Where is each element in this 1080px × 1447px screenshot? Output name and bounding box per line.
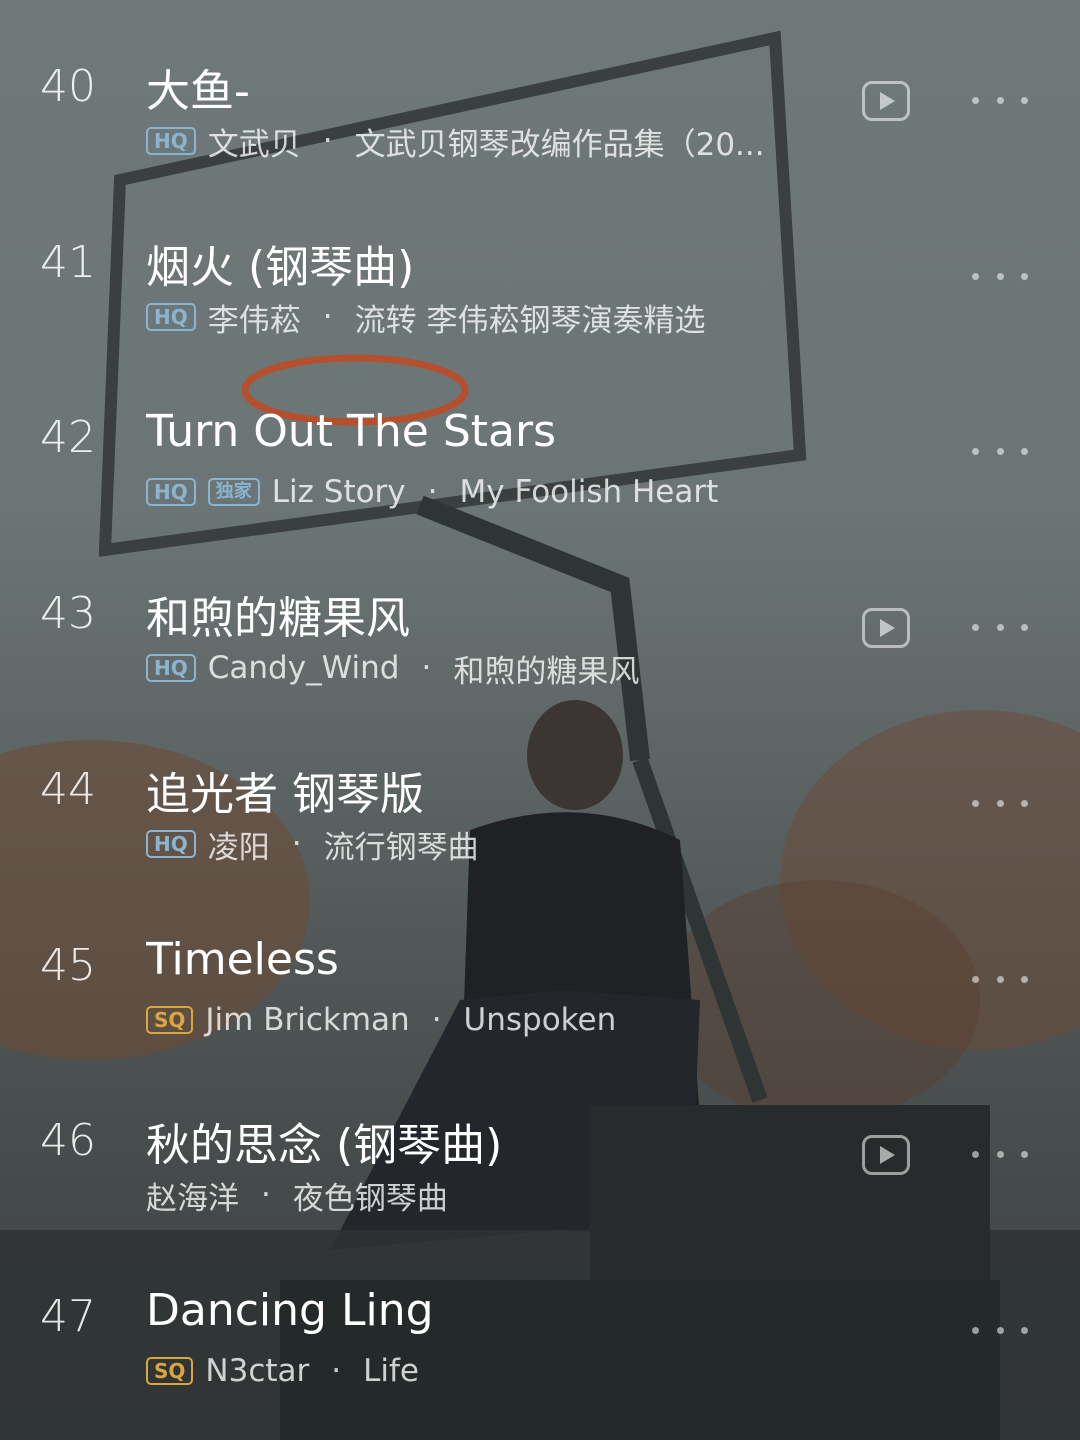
meta-separator: · <box>427 474 438 510</box>
song-title: 秋的思念 (钢琴曲) <box>146 1120 503 1171</box>
song-title: Timeless <box>146 934 339 985</box>
song-row[interactable]: 47 Dancing Ling SQ N3ctar · Life <box>0 1285 1080 1447</box>
sq-quality-badge: SQ <box>146 1006 194 1034</box>
song-index: 46 <box>40 1115 96 1166</box>
song-album[interactable]: 流行钢琴曲 <box>324 822 479 866</box>
song-meta: HQ 凌阳 · 流行钢琴曲 <box>146 822 846 866</box>
song-album[interactable]: 文武贝钢琴改编作品集（20... <box>355 119 765 163</box>
more-options-icon[interactable] <box>972 269 1028 283</box>
song-artist[interactable]: Candy_Wind <box>208 650 400 686</box>
song-index: 40 <box>40 61 96 112</box>
song-artist[interactable]: N3ctar <box>205 1353 309 1389</box>
song-meta: SQ Jim Brickman · Unspoken <box>146 998 846 1042</box>
song-row[interactable]: 46 秋的思念 (钢琴曲) 赵海洋 · 夜色钢琴曲 <box>0 1111 1080 1271</box>
hq-quality-badge: HQ <box>146 830 196 858</box>
song-meta: HQ 文武贝 · 文武贝钢琴改编作品集（20... <box>146 119 846 163</box>
song-meta: 赵海洋 · 夜色钢琴曲 <box>146 1173 846 1217</box>
song-artist[interactable]: Liz Story <box>272 474 406 510</box>
song-meta: SQ N3ctar · Life <box>146 1349 846 1393</box>
song-album[interactable]: 夜色钢琴曲 <box>293 1173 448 1217</box>
song-row[interactable]: 43 和煦的糖果风 HQ Candy_Wind · 和煦的糖果风 <box>0 584 1080 744</box>
song-title: Turn Out The Stars <box>146 406 557 457</box>
song-row[interactable]: 44 追光者 钢琴版 HQ 凌阳 · 流行钢琴曲 <box>0 760 1080 920</box>
play-video-icon[interactable] <box>862 1135 910 1175</box>
song-row[interactable]: 40 大鱼- HQ 文武贝 · 文武贝钢琴改编作品集（20... <box>0 57 1080 217</box>
meta-separator: · <box>261 1177 271 1213</box>
song-meta: HQ Candy_Wind · 和煦的糖果风 <box>146 646 846 690</box>
song-album[interactable]: Life <box>363 1353 419 1389</box>
meta-separator: · <box>421 650 432 686</box>
song-artist[interactable]: 赵海洋 <box>146 1173 239 1217</box>
song-title: 烟火 (钢琴曲) <box>146 242 415 293</box>
more-options-icon[interactable] <box>972 444 1028 458</box>
song-index: 41 <box>40 237 96 288</box>
more-options-icon[interactable] <box>972 1323 1028 1337</box>
song-title: Dancing Ling <box>146 1285 434 1336</box>
exclusive-badge: 独家 <box>207 478 260 506</box>
hq-quality-badge: HQ <box>146 127 196 155</box>
meta-separator: · <box>322 123 333 159</box>
hq-quality-badge: HQ <box>146 303 196 331</box>
song-title: 和煦的糖果风 <box>146 593 410 644</box>
sq-quality-badge: SQ <box>146 1357 194 1385</box>
song-album[interactable]: 和煦的糖果风 <box>453 646 639 690</box>
meta-separator: · <box>431 1002 442 1038</box>
song-index: 44 <box>40 764 96 815</box>
song-artist[interactable]: 李伟菘 <box>208 295 301 339</box>
meta-separator: · <box>322 299 333 335</box>
song-row[interactable]: 41 烟火 (钢琴曲) HQ 李伟菘 · 流转 李伟菘钢琴演奏精选 <box>0 233 1080 393</box>
song-index: 43 <box>40 588 96 639</box>
song-artist[interactable]: Jim Brickman <box>205 1002 409 1038</box>
song-artist[interactable]: 凌阳 <box>208 822 270 866</box>
meta-separator: · <box>331 1353 342 1389</box>
song-album[interactable]: My Foolish Heart <box>460 474 719 510</box>
more-options-icon[interactable] <box>972 796 1028 810</box>
song-index: 47 <box>40 1291 96 1342</box>
play-video-icon[interactable] <box>862 608 910 648</box>
song-row[interactable]: 45 Timeless SQ Jim Brickman · Unspoken <box>0 934 1080 1096</box>
more-options-icon[interactable] <box>972 1147 1028 1161</box>
song-meta: HQ 独家 Liz Story · My Foolish Heart <box>146 470 846 514</box>
song-title: 大鱼- <box>146 66 250 117</box>
song-index: 45 <box>40 940 96 991</box>
play-video-icon[interactable] <box>862 81 910 121</box>
more-options-icon[interactable] <box>972 620 1028 634</box>
hq-quality-badge: HQ <box>146 478 196 506</box>
more-options-icon[interactable] <box>972 93 1028 107</box>
song-list: 40 大鱼- HQ 文武贝 · 文武贝钢琴改编作品集（20... 41 烟火 (钢琴曲) HQ 李… <box>0 0 1080 1440</box>
song-meta: HQ 李伟菘 · 流转 李伟菘钢琴演奏精选 <box>146 295 846 339</box>
song-album[interactable]: Unspoken <box>464 1002 617 1038</box>
meta-separator: · <box>291 826 302 862</box>
hq-quality-badge: HQ <box>146 654 196 682</box>
more-options-icon[interactable] <box>972 972 1028 986</box>
song-row[interactable]: 42 Turn Out The Stars HQ 独家 Liz Story · My Foo… <box>0 406 1080 568</box>
song-title: 追光者 钢琴版 <box>146 769 424 820</box>
song-album[interactable]: 流转 李伟菘钢琴演奏精选 <box>355 295 706 339</box>
song-index: 42 <box>40 412 96 463</box>
song-artist[interactable]: 文武贝 <box>208 119 301 163</box>
